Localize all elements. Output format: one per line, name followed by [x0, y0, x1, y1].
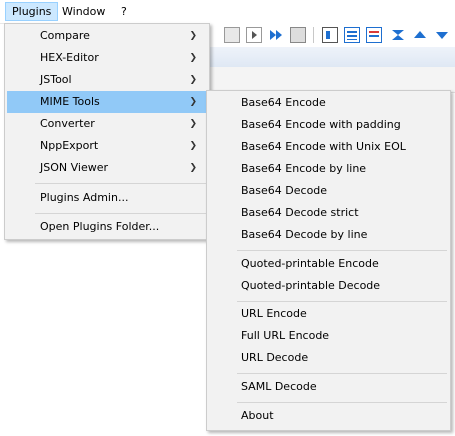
- menu-item-label: Quoted-printable Encode: [241, 257, 379, 270]
- menu-item-about[interactable]: About: [209, 405, 448, 427]
- menu-item-label: JSTool: [40, 73, 72, 86]
- run-macro-multiple-icon[interactable]: [268, 27, 284, 43]
- function-list-icon[interactable]: [344, 27, 360, 43]
- menu-item-base64-encode[interactable]: Base64 Encode: [209, 92, 448, 114]
- menu-item-label: Open Plugins Folder...: [40, 220, 160, 233]
- menu-item-label: Quoted-printable Decode: [241, 279, 381, 292]
- menu-item-label: SAML Decode: [241, 380, 317, 393]
- menu-separator: [35, 213, 206, 214]
- menu-item-jstool[interactable]: JSTool ❯: [7, 69, 207, 91]
- menu-item-converter[interactable]: Converter ❯: [7, 113, 207, 135]
- menu-item-qp-encode[interactable]: Quoted-printable Encode: [209, 253, 448, 275]
- menu-item-label: URL Encode: [241, 307, 307, 320]
- menu-separator: [35, 183, 206, 184]
- menu-item-open-plugins-folder[interactable]: Open Plugins Folder...: [7, 216, 207, 238]
- menu-item-base64-decode-by-line[interactable]: Base64 Decode by line: [209, 224, 448, 246]
- menu-item-base64-encode-by-line[interactable]: Base64 Encode by line: [209, 158, 448, 180]
- chevron-right-icon: ❯: [189, 75, 197, 85]
- chevron-right-icon: ❯: [189, 53, 197, 63]
- menu-item-base64-decode-strict[interactable]: Base64 Decode strict: [209, 202, 448, 224]
- menu-item-label: JSON Viewer: [40, 161, 109, 174]
- menu-bar: Plugins Window ?: [0, 0, 455, 24]
- save-macro-icon[interactable]: [290, 27, 306, 43]
- menu-item-base64-encode-padding[interactable]: Base64 Encode with padding: [209, 114, 448, 136]
- chevron-right-icon: ❯: [189, 97, 197, 107]
- chevron-right-icon: ❯: [189, 141, 197, 151]
- menu-separator: [237, 301, 447, 302]
- toolbar: [210, 23, 455, 47]
- move-down-icon[interactable]: [434, 27, 450, 43]
- menu-plugins[interactable]: Plugins: [5, 2, 59, 21]
- menu-separator: [237, 373, 447, 374]
- menu-item-full-url-encode[interactable]: Full URL Encode: [209, 325, 448, 347]
- play-macro-icon[interactable]: [246, 27, 262, 43]
- menu-item-label: Compare: [40, 29, 90, 42]
- menu-item-plugins-admin[interactable]: Plugins Admin...: [7, 187, 207, 209]
- chevron-right-icon: ❯: [189, 163, 197, 173]
- menu-item-url-encode[interactable]: URL Encode: [209, 303, 448, 325]
- document-map-icon[interactable]: [366, 27, 382, 43]
- menu-item-nppexport[interactable]: NppExport ❯: [7, 135, 207, 157]
- menu-item-label: NppExport: [40, 139, 99, 152]
- move-up-icon[interactable]: [412, 27, 428, 43]
- menu-item-base64-decode[interactable]: Base64 Decode: [209, 180, 448, 202]
- menu-item-label: Base64 Decode: [241, 184, 328, 197]
- menu-item-label: Base64 Decode strict: [241, 206, 359, 219]
- menu-item-label: Full URL Encode: [241, 329, 330, 342]
- folder-workspace-icon[interactable]: [390, 27, 406, 43]
- menu-item-url-decode[interactable]: URL Decode: [209, 347, 448, 369]
- menu-item-label: MIME Tools: [40, 95, 100, 108]
- menu-item-mime-tools[interactable]: MIME Tools ❯: [7, 91, 207, 113]
- menu-item-label: Base64 Encode with padding: [241, 118, 401, 131]
- menu-item-label: HEX-Editor: [40, 51, 99, 64]
- menu-item-label: Base64 Encode: [241, 96, 326, 109]
- chevron-right-icon: ❯: [189, 119, 197, 129]
- menu-item-saml-decode[interactable]: SAML Decode: [209, 376, 448, 398]
- menu-item-json-viewer[interactable]: JSON Viewer ❯: [7, 157, 207, 179]
- menu-help[interactable]: ?: [115, 2, 133, 21]
- menu-item-hex-editor[interactable]: HEX-Editor ❯: [7, 47, 207, 69]
- menu-item-compare[interactable]: Compare ❯: [7, 25, 207, 47]
- menu-item-label: Plugins Admin...: [40, 191, 129, 204]
- plugins-menu: Compare ❯ HEX-Editor ❯ JSTool ❯ MIME Too…: [4, 23, 210, 240]
- menu-item-label: Base64 Encode by line: [241, 162, 367, 175]
- menu-item-label: Converter: [40, 117, 95, 130]
- menu-item-label: About: [241, 409, 274, 422]
- chevron-right-icon: ❯: [189, 31, 197, 41]
- menu-item-base64-encode-unix-eol[interactable]: Base64 Encode with Unix EOL: [209, 136, 448, 158]
- show-all-chars-icon[interactable]: [322, 27, 338, 43]
- menu-separator: [237, 250, 447, 251]
- menu-item-label: Base64 Encode with Unix EOL: [241, 140, 406, 153]
- menu-separator: [237, 402, 447, 403]
- menu-item-label: Base64 Decode by line: [241, 228, 368, 241]
- stop-record-icon[interactable]: [224, 27, 240, 43]
- menu-item-label: URL Decode: [241, 351, 309, 364]
- menu-item-qp-decode[interactable]: Quoted-printable Decode: [209, 275, 448, 297]
- mime-tools-submenu: Base64 Encode Base64 Encode with padding…: [206, 90, 451, 431]
- tab-strip: [210, 47, 455, 68]
- menu-window[interactable]: Window: [56, 2, 111, 21]
